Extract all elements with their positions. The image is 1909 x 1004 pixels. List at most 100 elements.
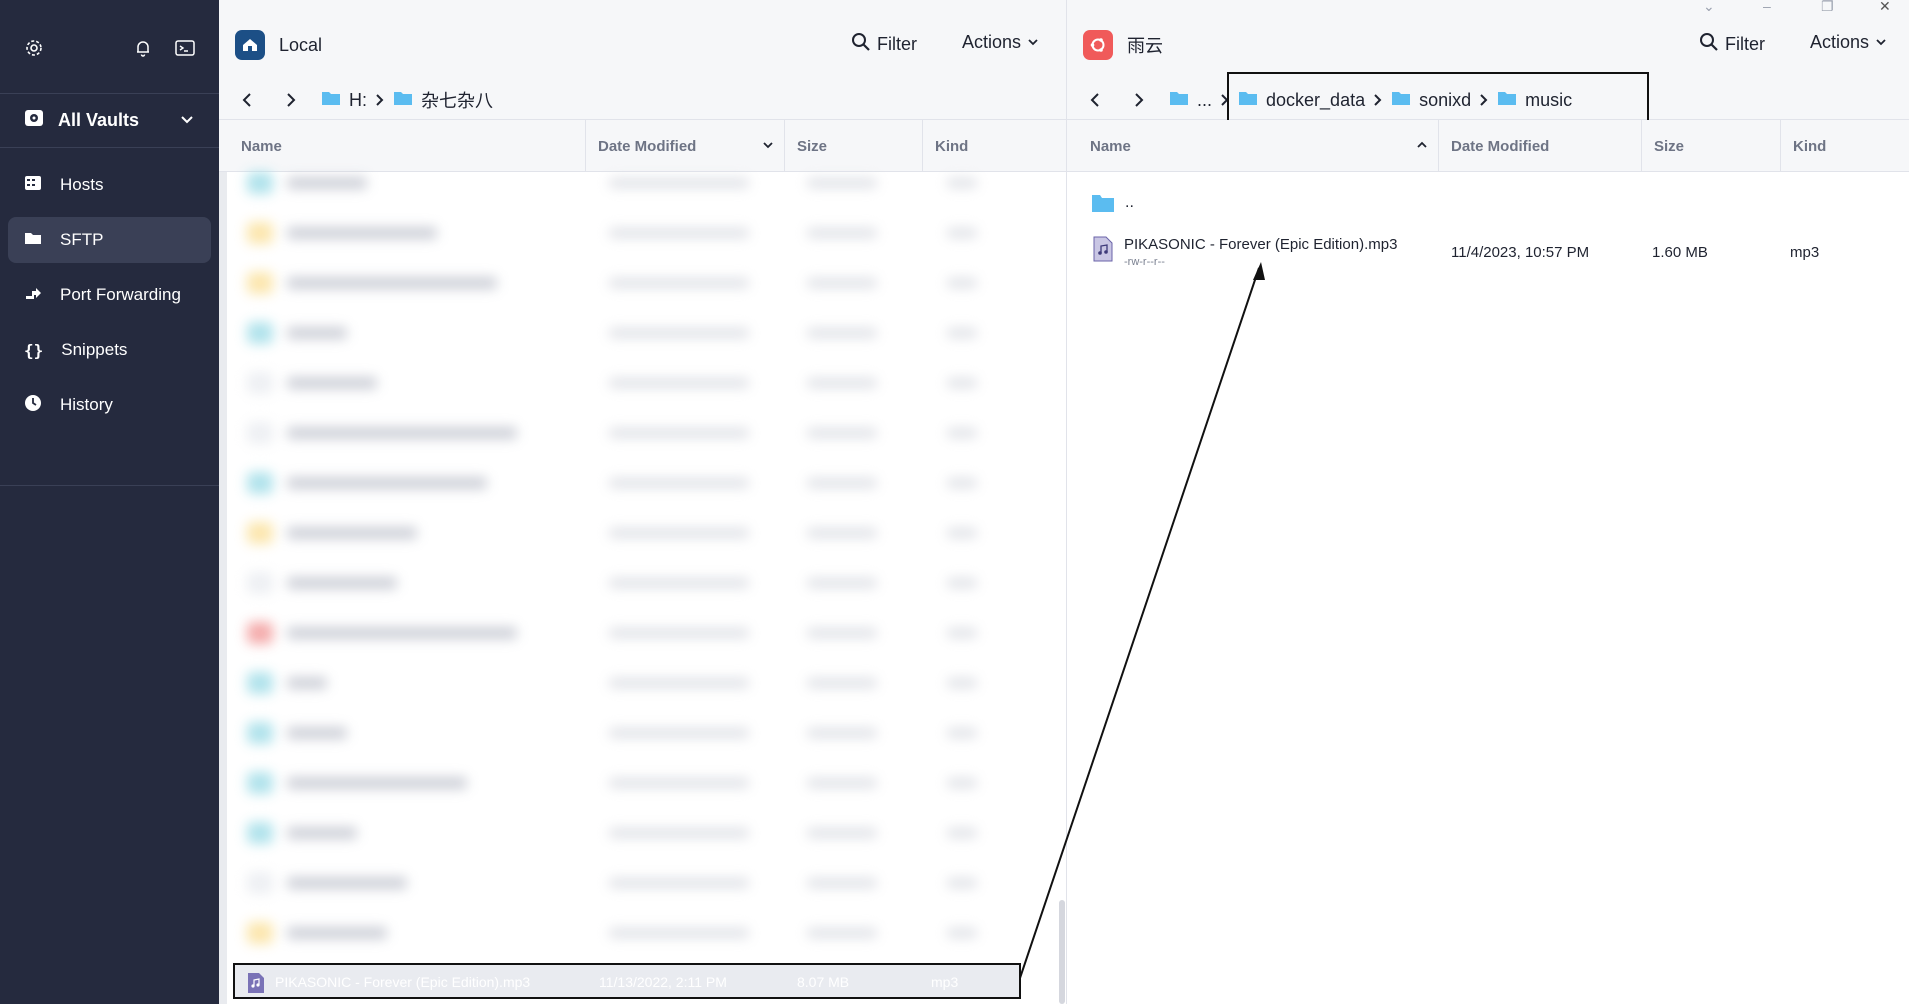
audio-file-icon bbox=[1093, 236, 1113, 266]
search-icon bbox=[1699, 32, 1719, 57]
sidebar-nav: Hosts SFTP Port Forwarding {} Snippets H… bbox=[0, 148, 219, 486]
forward-arrow-icon[interactable] bbox=[1125, 86, 1153, 114]
file-row[interactable]: PIKASONIC - Forever (Epic Edition).mp3 -… bbox=[1067, 232, 1909, 272]
sidebar-top bbox=[0, 0, 219, 94]
file-date: 11/4/2023, 10:57 PM bbox=[1451, 244, 1590, 261]
sidebar-item-label: History bbox=[60, 395, 113, 414]
parent-directory-label: .. bbox=[1125, 194, 1134, 211]
pane-edge bbox=[219, 172, 227, 1004]
column-label: Date Modified bbox=[598, 137, 697, 155]
column-name[interactable]: Name bbox=[219, 120, 586, 172]
column-label: Size bbox=[797, 137, 828, 155]
file-permissions: -rw-r--r-- bbox=[1124, 256, 1165, 268]
remote-pane-header: ⌄ – ❐ ✕ 雨云 Filter Actions ... docker_dat… bbox=[1067, 0, 1909, 130]
sidebar-item-port-forwarding[interactable]: Port Forwarding bbox=[8, 272, 211, 318]
settings-gear-icon[interactable] bbox=[20, 34, 48, 62]
column-label: Kind bbox=[935, 137, 969, 155]
sidebar-item-label: Hosts bbox=[60, 175, 104, 194]
scrollbar[interactable] bbox=[1059, 900, 1065, 1004]
port-forward-icon bbox=[24, 284, 42, 307]
breadcrumb-item[interactable]: 杂七杂八 bbox=[393, 87, 493, 113]
file-size: 8.07 MB bbox=[797, 974, 850, 990]
folder-icon bbox=[1091, 192, 1115, 218]
back-arrow-icon[interactable] bbox=[233, 86, 261, 114]
remote-pane: ⌄ – ❐ ✕ 雨云 Filter Actions ... docker_dat… bbox=[1066, 0, 1909, 1004]
file-kind: mp3 bbox=[1790, 244, 1820, 261]
sidebar-item-sftp[interactable]: SFTP bbox=[8, 217, 211, 263]
remote-host: 雨云 bbox=[1083, 30, 1163, 60]
remote-host-name: 雨云 bbox=[1127, 36, 1163, 56]
sidebar-item-label: Snippets bbox=[61, 340, 128, 359]
breadcrumb-item[interactable]: H: bbox=[321, 89, 367, 112]
sidebar-item-history[interactable]: History bbox=[8, 382, 211, 428]
breadcrumb-label: 杂七杂八 bbox=[421, 91, 493, 111]
column-kind[interactable]: Kind bbox=[923, 120, 1066, 172]
sidebar-item-hosts[interactable]: Hosts bbox=[8, 162, 211, 208]
file-name: PIKASONIC - Forever (Epic Edition).mp3 bbox=[275, 974, 531, 990]
vault-selector[interactable]: All Vaults bbox=[0, 94, 219, 148]
back-arrow-icon[interactable] bbox=[1081, 86, 1109, 114]
column-name[interactable]: Name bbox=[1067, 120, 1439, 172]
column-size[interactable]: Size bbox=[1642, 120, 1781, 172]
restore-icon[interactable]: ❐ bbox=[1821, 0, 1834, 15]
terminal-icon[interactable] bbox=[171, 34, 199, 62]
remote-filter-button[interactable]: Filter bbox=[1699, 32, 1765, 57]
clock-icon bbox=[24, 394, 42, 417]
sidebar: All Vaults Hosts SFTP Port Forwarding {}… bbox=[0, 0, 219, 1004]
local-pane: Local Filter Actions H: 杂七杂八 Name Date M… bbox=[219, 0, 1066, 1004]
forward-arrow-icon[interactable] bbox=[277, 86, 305, 114]
chevron-down-icon bbox=[1875, 32, 1887, 53]
local-filter-button[interactable]: Filter bbox=[851, 32, 917, 57]
remote-actions-button[interactable]: Actions bbox=[1810, 32, 1887, 53]
close-icon[interactable]: ✕ bbox=[1879, 0, 1891, 15]
chevron-down-icon[interactable]: ⌄ bbox=[1703, 0, 1715, 15]
folder-icon bbox=[321, 89, 341, 112]
breadcrumb-item[interactable]: ... bbox=[1169, 89, 1212, 112]
column-date-modified[interactable]: Date Modified bbox=[586, 120, 785, 172]
selected-file-row[interactable]: PIKASONIC - Forever (Epic Edition).mp3 1… bbox=[233, 963, 1021, 999]
local-host: Local bbox=[235, 30, 322, 60]
home-icon bbox=[235, 30, 265, 60]
column-label: Kind bbox=[1793, 137, 1827, 155]
column-label: Date Modified bbox=[1451, 137, 1550, 155]
local-actions-button[interactable]: Actions bbox=[962, 32, 1039, 53]
chevron-down-icon[interactable] bbox=[179, 112, 195, 133]
search-icon bbox=[851, 32, 871, 57]
breadcrumb-label: H: bbox=[349, 89, 367, 110]
braces-icon: {} bbox=[24, 340, 44, 360]
filter-label: Filter bbox=[1725, 34, 1765, 54]
blurred-file-list bbox=[227, 172, 1053, 962]
chevron-down-icon bbox=[762, 138, 774, 155]
actions-label: Actions bbox=[1810, 32, 1870, 52]
sidebar-item-snippets[interactable]: {} Snippets bbox=[8, 327, 211, 373]
folder-icon bbox=[24, 229, 42, 252]
minimize-icon[interactable]: – bbox=[1763, 0, 1771, 14]
column-size[interactable]: Size bbox=[785, 120, 923, 172]
filter-label: Filter bbox=[877, 34, 917, 54]
sidebar-item-label: SFTP bbox=[60, 230, 104, 249]
column-label: Name bbox=[241, 137, 282, 155]
breadcrumb-label: ... bbox=[1197, 89, 1213, 110]
ubuntu-icon bbox=[1083, 30, 1113, 60]
vault-label: All Vaults bbox=[58, 110, 140, 130]
file-name: PIKASONIC - Forever (Epic Edition).mp3 bbox=[1124, 236, 1398, 253]
column-kind[interactable]: Kind bbox=[1781, 120, 1909, 172]
vault-icon bbox=[24, 108, 44, 133]
bell-icon[interactable] bbox=[129, 34, 157, 62]
chevron-down-icon bbox=[1027, 32, 1039, 53]
column-label: Name bbox=[1090, 137, 1131, 155]
actions-label: Actions bbox=[962, 32, 1022, 52]
folder-icon bbox=[1169, 89, 1189, 112]
sidebar-item-label: Port Forwarding bbox=[60, 285, 181, 304]
hosts-icon bbox=[24, 174, 42, 197]
local-host-name: Local bbox=[279, 34, 323, 55]
folder-icon bbox=[393, 89, 413, 112]
parent-directory-row[interactable]: .. bbox=[1067, 190, 1909, 220]
file-kind: mp3 bbox=[931, 974, 959, 990]
audio-file-icon bbox=[247, 972, 265, 997]
column-date-modified[interactable]: Date Modified bbox=[1439, 120, 1642, 172]
file-size: 1.60 MB bbox=[1652, 244, 1708, 261]
remote-column-header: Name Date Modified Size Kind bbox=[1067, 120, 1909, 172]
chevron-right-icon bbox=[375, 93, 385, 107]
chevron-up-icon bbox=[1416, 138, 1428, 155]
